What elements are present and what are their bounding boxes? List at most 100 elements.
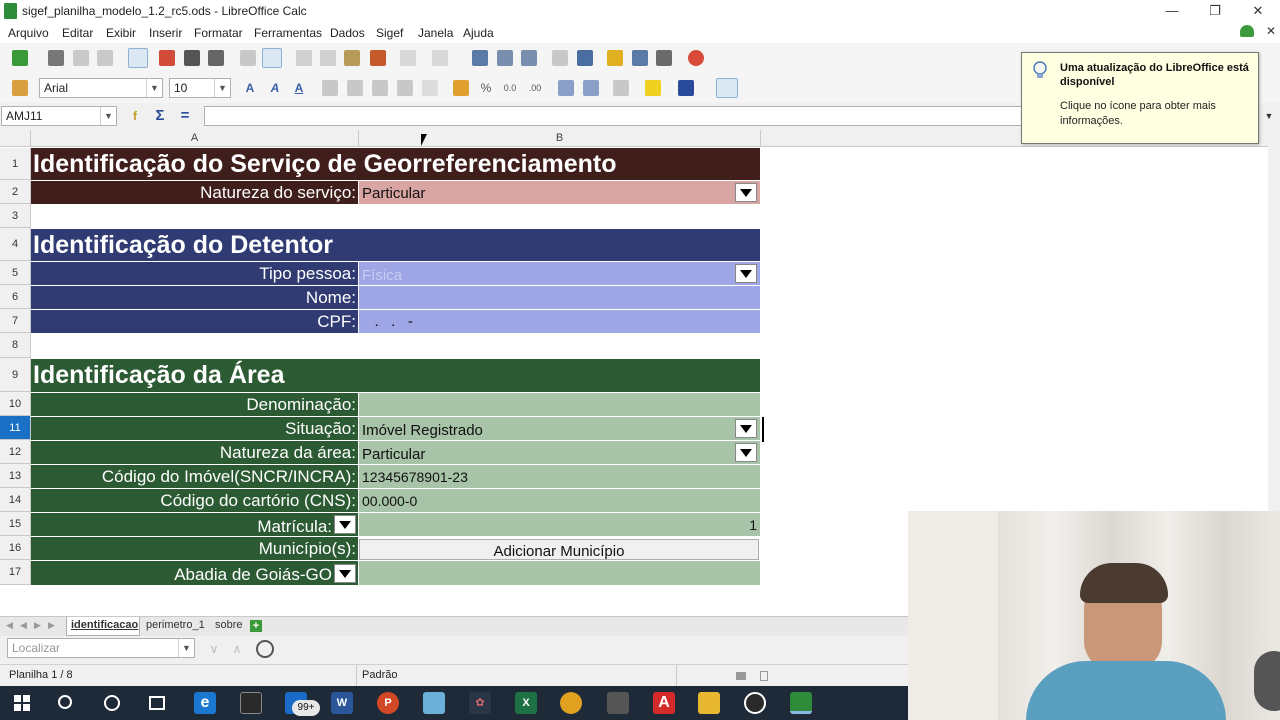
chevron-down-icon[interactable]: ▼ xyxy=(178,639,194,657)
close-button[interactable]: ✕ xyxy=(1236,0,1280,22)
situacao-dropdown[interactable] xyxy=(735,419,757,438)
natureza-area-dropdown[interactable] xyxy=(735,443,757,462)
value-matricula[interactable]: 1 xyxy=(359,513,760,536)
row-header-selected[interactable]: 11 xyxy=(0,416,31,440)
value-municipio[interactable] xyxy=(359,561,760,585)
redo-icon[interactable] xyxy=(432,50,448,66)
row-header[interactable]: 6 xyxy=(0,285,31,309)
row-header[interactable]: 7 xyxy=(0,309,31,333)
find-replace-dialog-icon[interactable] xyxy=(256,640,274,658)
value-situacao[interactable]: Imóvel Registrado xyxy=(359,417,760,440)
menu-ajuda[interactable]: Ajuda xyxy=(463,26,494,40)
gridlines-icon[interactable] xyxy=(716,78,738,98)
matricula-dropdown[interactable] xyxy=(334,515,356,534)
bold-icon[interactable]: A xyxy=(242,80,258,96)
menu-ferramentas[interactable]: Ferramentas xyxy=(254,26,322,40)
excel-icon[interactable]: X xyxy=(515,692,537,714)
cut-icon[interactable] xyxy=(296,50,312,66)
help-icon[interactable] xyxy=(688,50,704,66)
merge-cells-icon[interactable] xyxy=(422,80,438,96)
value-tipo-pessoa[interactable]: Física xyxy=(359,262,760,285)
label-matricula[interactable]: Matrícula: xyxy=(31,513,358,536)
label-natureza-area[interactable]: Natureza da área: xyxy=(31,441,358,464)
export-pdf-icon[interactable] xyxy=(159,50,175,66)
align-center-icon[interactable] xyxy=(347,80,363,96)
add-sheet-icon[interactable]: + xyxy=(250,620,262,632)
pivot-table-icon[interactable] xyxy=(577,50,593,66)
selection-mode-icon[interactable] xyxy=(736,672,746,680)
row-header[interactable]: 17 xyxy=(0,560,31,585)
justify-icon[interactable] xyxy=(397,80,413,96)
word-icon[interactable]: W xyxy=(331,692,353,714)
file-explorer-icon[interactable] xyxy=(698,692,720,714)
autospell-icon[interactable] xyxy=(262,48,282,68)
spelling-icon[interactable] xyxy=(240,50,256,66)
row-header[interactable]: 8 xyxy=(0,333,31,358)
row-header[interactable]: 10 xyxy=(0,392,31,416)
menu-janela[interactable]: Janela xyxy=(418,26,453,40)
row-header[interactable]: 1 xyxy=(0,148,31,180)
chevron-down-icon[interactable]: ▼ xyxy=(146,79,162,97)
styles-icon[interactable] xyxy=(12,80,28,96)
column-header-a[interactable]: A xyxy=(31,130,359,147)
font-name-box[interactable]: Arial ▼ xyxy=(39,78,163,98)
natureza-servico-dropdown[interactable] xyxy=(735,183,757,202)
value-codigo-cartorio[interactable]: 00.000-0 xyxy=(359,489,760,512)
update-notification-icon[interactable] xyxy=(1240,25,1254,37)
align-left-icon[interactable] xyxy=(322,80,338,96)
clone-formatting-icon[interactable] xyxy=(370,50,386,66)
email-icon[interactable] xyxy=(97,50,113,66)
qgis-icon[interactable] xyxy=(423,692,445,714)
label-nome[interactable]: Nome: xyxy=(31,286,358,309)
libreoffice-calc-icon[interactable] xyxy=(790,692,812,714)
label-municipios[interactable]: Município(s): xyxy=(31,537,358,560)
italic-icon[interactable]: A xyxy=(267,80,283,96)
section-title-detentor[interactable]: Identificação do Detentor xyxy=(31,229,760,261)
sort-ascending-icon[interactable] xyxy=(497,50,513,66)
menu-editar[interactable]: Editar xyxy=(62,26,93,40)
hyperlink-icon[interactable] xyxy=(632,50,648,66)
close-document-icon[interactable]: ✕ xyxy=(1266,24,1276,38)
expand-formula-icon[interactable]: ▼ xyxy=(1261,108,1277,124)
snipping-tool-icon[interactable]: ✿ xyxy=(469,692,491,714)
row-header[interactable]: 12 xyxy=(0,440,31,464)
font-size-box[interactable]: 10 ▼ xyxy=(169,78,231,98)
name-box[interactable]: AMJ11 ▼ xyxy=(1,106,117,126)
task-view-icon[interactable] xyxy=(149,696,165,710)
chart-icon[interactable] xyxy=(552,50,568,66)
row-header[interactable]: 5 xyxy=(0,261,31,285)
edit-mode-icon[interactable] xyxy=(128,48,148,68)
store-icon[interactable] xyxy=(240,692,262,714)
value-nome[interactable] xyxy=(359,286,760,309)
page-style[interactable]: Padrão xyxy=(362,669,397,681)
menu-inserir[interactable]: Inserir xyxy=(149,26,182,40)
menu-sigef[interactable]: Sigef xyxy=(376,26,403,40)
next-sheet-icon[interactable]: ▶ xyxy=(34,620,41,631)
value-natureza-area[interactable]: Particular xyxy=(359,441,760,464)
find-next-icon[interactable]: ∧ xyxy=(229,641,245,657)
print-icon[interactable] xyxy=(184,50,200,66)
update-notification[interactable]: Uma atualização do LibreOffice está disp… xyxy=(1021,52,1259,144)
row-header[interactable]: 3 xyxy=(0,204,31,228)
powerpoint-icon[interactable]: P xyxy=(377,692,399,714)
acrobat-icon[interactable]: A xyxy=(653,692,675,714)
open-icon[interactable] xyxy=(48,50,64,66)
percent-format-icon[interactable]: % xyxy=(478,80,494,96)
tipo-pessoa-dropdown[interactable] xyxy=(735,264,757,283)
section-title-area[interactable]: Identificação da Área xyxy=(31,359,760,392)
last-sheet-icon[interactable]: ▶ xyxy=(48,620,55,631)
search-icon[interactable] xyxy=(58,695,72,709)
decrease-indent-icon[interactable] xyxy=(558,80,574,96)
tab-identificacao[interactable]: identificacao xyxy=(66,617,140,636)
value-cpf[interactable]: . . - xyxy=(359,310,760,333)
special-character-icon[interactable] xyxy=(607,50,623,66)
borders-icon[interactable] xyxy=(613,80,629,96)
label-denominacao[interactable]: Denominação: xyxy=(31,393,358,416)
label-codigo-cartorio[interactable]: Código do cartório (CNS): xyxy=(31,489,358,512)
select-all-corner[interactable] xyxy=(0,130,31,147)
menu-dados[interactable]: Dados xyxy=(330,26,365,40)
tab-sobre[interactable]: sobre xyxy=(215,619,243,631)
find-previous-icon[interactable]: ∨ xyxy=(206,641,222,657)
save-icon[interactable] xyxy=(73,50,89,66)
label-tipo-pessoa[interactable]: Tipo pessoa: xyxy=(31,262,358,285)
